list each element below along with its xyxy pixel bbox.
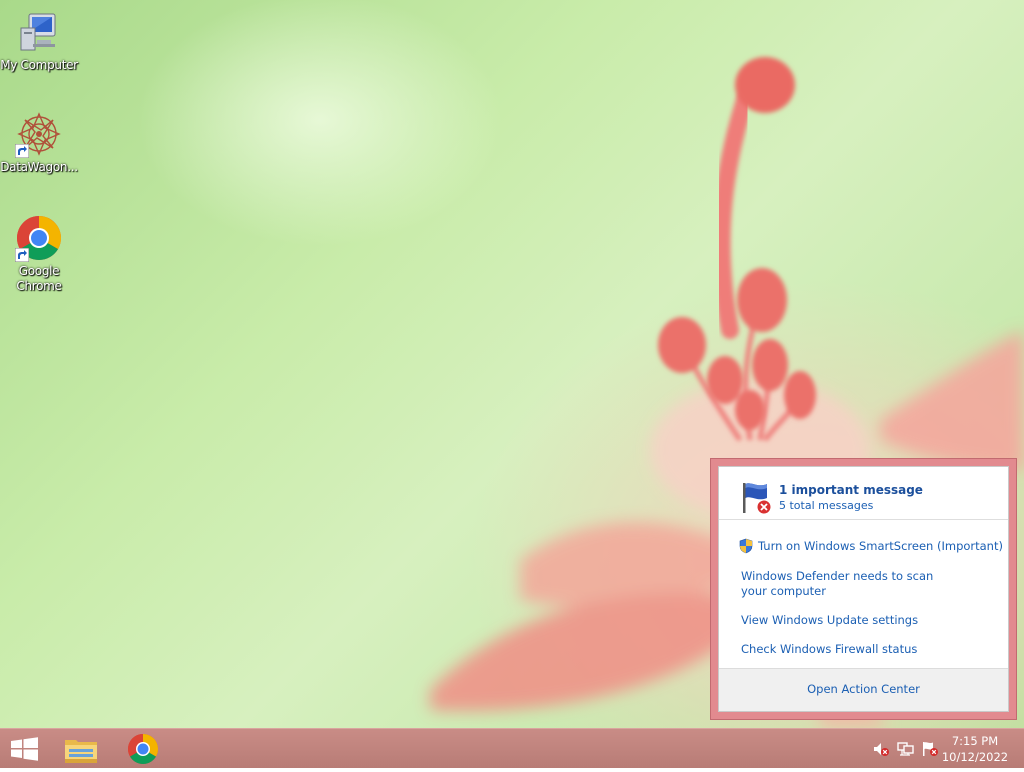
file-explorer-icon [65, 740, 97, 763]
start-button[interactable] [0, 730, 50, 768]
total-messages-count: 5 total messages [779, 499, 874, 512]
smartscreen-link[interactable]: Turn on Windows SmartScreen (Important) [758, 539, 1018, 554]
important-message-title[interactable]: 1 important message [779, 483, 923, 497]
datawagon-icon [15, 110, 63, 158]
taskbar-file-explorer-button[interactable] [56, 730, 106, 768]
defender-scan-link[interactable]: Windows Defender needs to scan your comp… [741, 569, 961, 599]
computer-icon [15, 8, 63, 56]
desktop-icon-datawagon[interactable]: DataWagon... [0, 110, 78, 175]
shortcut-arrow-icon [15, 144, 29, 158]
desktop-icon-google-chrome[interactable]: Google Chrome [0, 214, 78, 294]
action-center-flag-icon[interactable] [921, 741, 939, 757]
speaker-muted-icon[interactable] [872, 741, 890, 757]
desktop-icon-label: Google Chrome [16, 264, 62, 293]
desktop: My Computer DataWagon... Google Chrome 1… [0, 0, 1024, 728]
desktop-icon-label: DataWagon... [0, 160, 78, 174]
taskbar-chrome-button[interactable] [118, 730, 168, 768]
taskbar: 7:15 PM 10/12/2022 [0, 728, 1024, 768]
action-center-flag-icon [743, 483, 772, 515]
open-action-center-link[interactable]: Open Action Center [807, 682, 920, 696]
desktop-icon-my-computer[interactable]: My Computer [0, 8, 78, 73]
action-center-footer: Open Action Center [719, 668, 1008, 711]
chrome-icon [15, 214, 63, 262]
windows-update-link[interactable]: View Windows Update settings [741, 613, 991, 628]
action-center-popup: 1 important message 5 total messages Tur… [710, 458, 1017, 720]
taskbar-clock[interactable]: 7:15 PM 10/12/2022 [940, 733, 1010, 765]
action-center-panel: 1 important message 5 total messages Tur… [718, 466, 1009, 712]
firewall-status-link[interactable]: Check Windows Firewall status [741, 642, 991, 657]
network-error-icon[interactable] [897, 741, 915, 757]
action-center-header: 1 important message 5 total messages [719, 467, 1008, 520]
shortcut-arrow-icon [15, 248, 29, 262]
clock-date: 10/12/2022 [941, 750, 1009, 764]
desktop-icon-label: My Computer [0, 58, 78, 72]
windows-start-icon [11, 737, 38, 761]
clock-time: 7:15 PM [951, 734, 999, 748]
chrome-icon [127, 734, 159, 765]
shield-icon [739, 538, 753, 554]
